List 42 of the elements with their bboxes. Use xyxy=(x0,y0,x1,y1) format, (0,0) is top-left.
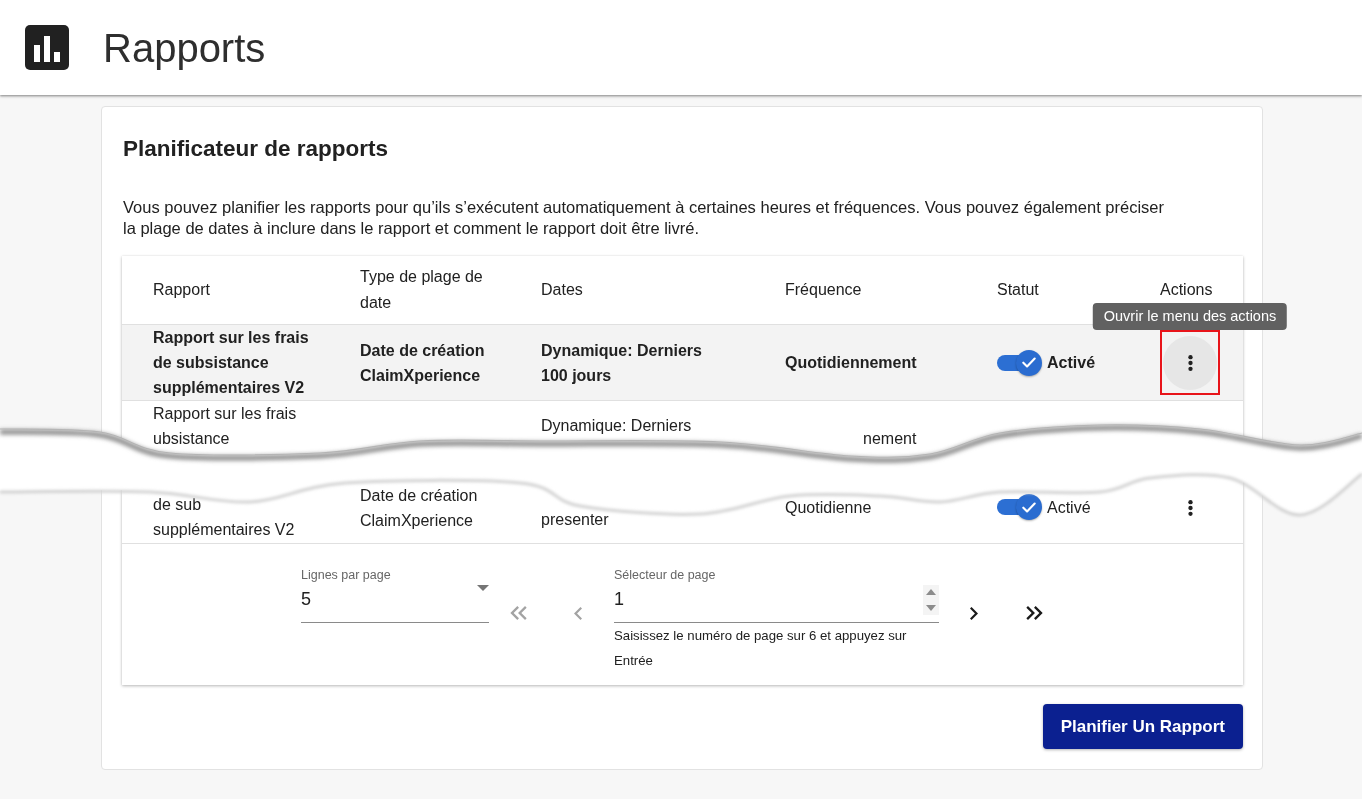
frequency-text: Quotidienne xyxy=(785,498,872,518)
column-header: Type de plage de date xyxy=(360,267,484,313)
spinner-arrows-icon[interactable] xyxy=(923,585,939,615)
report-name: Rapport sur les frais de subsistance supplémentaires V2 xyxy=(153,328,310,398)
double-chevron-left-icon xyxy=(509,606,527,620)
toggle-switch[interactable] xyxy=(997,494,1042,520)
frequency-text: nement xyxy=(863,429,917,449)
checkmark-icon xyxy=(1022,501,1036,513)
page-number-field[interactable]: Sélecteur de page 1 xyxy=(614,568,939,623)
status-label: Activé xyxy=(1047,353,1096,373)
toggle-switch[interactable] xyxy=(997,349,1042,376)
frequency-text: Quotidiennement xyxy=(785,353,917,373)
double-chevron-right-icon xyxy=(1025,606,1043,620)
schedule-report-button[interactable]: Planifier Un Rapport xyxy=(1042,704,1243,749)
report-name: Rapport sur les frais xyxy=(153,404,297,424)
column-header: Actions xyxy=(1160,280,1213,300)
checkmark-icon xyxy=(1022,357,1036,368)
vertical-dots-icon xyxy=(1187,498,1193,517)
column-header: Statut xyxy=(997,280,1039,300)
report-name: de sub xyxy=(153,495,202,515)
tooltip: Ouvrir le menu des actions xyxy=(1092,303,1288,330)
column-header: Dates xyxy=(541,280,583,300)
report-name: supplémentaires V2 xyxy=(153,520,295,540)
dropdown-caret-icon xyxy=(477,585,489,591)
chevron-right-icon xyxy=(970,606,978,620)
report-name: ubsistance xyxy=(153,429,230,449)
helper-text: Saisissez le numéro de page sur 6 et appuyez sur Entrée xyxy=(614,627,908,670)
chevron-left-icon xyxy=(574,606,582,620)
column-header: Rapport xyxy=(153,280,210,300)
column-header: Fréquence xyxy=(785,280,862,300)
description: Vous pouvez planifier les rapports pour qu’ils s’exécutent automatiquement à certaines heures et fréquences. Vous pouvez également préciser la plage de dates à inclure dans le rapport et comment le rapport doit être livré. xyxy=(123,197,1166,239)
status-label: Activé xyxy=(1047,497,1091,518)
bar-chart-icon xyxy=(25,25,69,70)
date-range-text: Dynamique: Derniers 100 jours xyxy=(541,340,703,386)
date-range-text: Dynamique: Derniers xyxy=(541,416,692,436)
date-range-type: Date de création ClaimXperience xyxy=(360,486,479,531)
vertical-dots-icon xyxy=(1187,353,1193,372)
page-title: Rapports xyxy=(103,24,266,72)
date-range-type: Date de création ClaimXperience xyxy=(360,340,486,386)
date-range-text: presenter xyxy=(541,510,609,530)
rows-per-page-select[interactable]: Lignes par page 5 xyxy=(301,568,489,623)
card-title: Planificateur de rapports xyxy=(123,135,390,163)
